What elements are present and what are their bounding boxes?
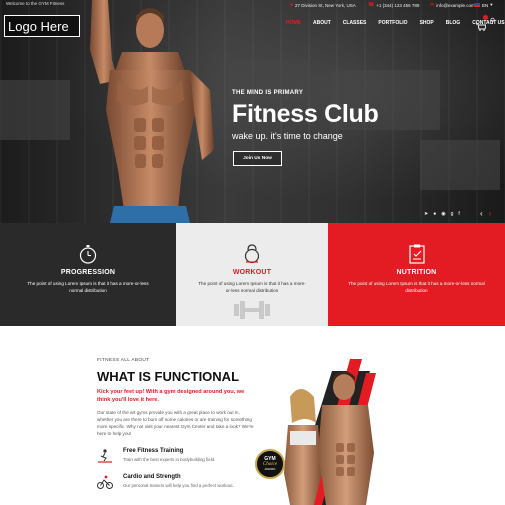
top-info-bar: Welcome to the GYM Fitness ● 27 Division… [0,0,505,10]
features-strip: GYM PROGRESSION The point of using Lorem… [0,223,505,326]
nav-item-about[interactable]: ABOUT [307,18,337,28]
google-plus-icon[interactable]: g [451,211,454,217]
gym-equipment [0,80,70,140]
chevron-down-icon: ▾ [490,2,493,7]
feature-title: WORKOUT [232,269,272,276]
nav-item-shop[interactable]: SHOP [414,18,440,28]
bullet-text: Our personal trainers will help you find… [123,483,234,488]
bullet-text: Train with the best experts in bodybuild… [123,457,216,462]
hero-title: Fitness Club [232,100,379,128]
nav-item-blog[interactable]: BLOG [440,18,466,28]
pinterest-icon[interactable]: ◉ [441,211,445,217]
address-info: ● 27 Division St, New York, USA [290,2,356,8]
bullet-title: Cardio and Strength [123,474,181,480]
hero-eyebrow: THE MIND IS PRIMARY [232,90,304,96]
slide-prev-arrow-icon[interactable]: ‹ [480,209,483,218]
stopwatch-icon [79,245,97,264]
nav-item-classes[interactable]: CLASSES [337,18,373,28]
language-label: EN [482,2,489,8]
badge-line-3: AWARD [264,467,276,471]
phone-text: +1 (344) 123 456 789 [376,2,420,8]
main-navigation: HOME ABOUT CLASSES PORTFOLIO SHOP BLOG C… [280,18,505,28]
nav-item-portfolio[interactable]: PORTFOLIO [372,18,413,28]
feature-title: NUTRITION [396,269,437,276]
fitness-couple-image [284,359,376,505]
hero-subtitle: wake up. it's time to change [232,131,343,141]
feature-card-nutrition[interactable]: NUTRITION The point of using Lorem Ipsum… [328,223,505,326]
language-switcher[interactable]: EN ▾ [474,2,493,8]
dumbbell-icon [234,301,270,319]
address-text: 27 Division St, New York, USA [295,2,356,8]
feature-title: PROGRESSION [60,269,116,276]
slider-controls: ‹ › [480,209,491,218]
facebook-icon[interactable]: f [458,211,459,217]
section-title: WHAT IS FUNCTIONAL [97,369,240,384]
phone-icon: ☎ [368,2,375,8]
share-icon[interactable]: ➤ [424,211,428,217]
slide-next-arrow-icon[interactable]: › [489,209,492,218]
feature-text: The point of using Lorem Ipsum is that i… [27,281,149,293]
twitter-icon[interactable]: ● [433,211,436,217]
cart-button[interactable] [476,15,488,31]
cart-count-badge [483,15,488,20]
section-eyebrow: FITNESS ALL ABOUT [97,358,150,363]
gym-equipment [420,140,500,190]
bullet-title: Free Fitness Training [123,448,184,454]
search-icon[interactable]: ⚲ [490,17,495,25]
feature-card-progression[interactable]: GYM PROGRESSION The point of using Lorem… [0,223,176,326]
welcome-text: Welcome to the GYM Fitness [6,1,65,6]
mail-icon: ✉ [430,2,435,8]
site-logo[interactable]: Logo Here [4,15,80,37]
hero-banner: Welcome to the GYM Fitness ● 27 Division… [0,0,505,223]
feature-card-workout[interactable]: WORKOUT The point of using Lorem Ipsum i… [176,223,328,326]
map-pin-icon: ● [290,2,294,8]
nav-item-home[interactable]: HOME [280,18,307,28]
gym-choice-award-badge: GYM Choice AWARD [255,449,285,479]
kettlebell-icon [244,244,260,264]
hero-athlete-image [90,0,214,223]
flag-icon [474,3,480,7]
feature-text: The point of using Lorem Ipsum is that i… [348,281,485,293]
join-us-button[interactable]: Join Us Now [233,151,282,166]
nutrition-clipboard-icon [408,244,425,264]
feature-bullet-cardio: Cardio and Strength Our personal trainer… [97,473,267,495]
section-body: Our state of the art gyms provide you wi… [97,410,254,436]
email-text: info@example.com [436,2,475,8]
section-lead: Kick your feet up! With a gym designed a… [97,389,245,403]
feature-text: The point of using Lorem Ipsum is that i… [198,281,306,293]
email-info[interactable]: ✉ info@example.com [430,2,475,8]
social-links: ➤ ● ◉ g f [424,211,460,217]
cart-icon [476,23,487,31]
feature-bullet-training: Free Fitness Training Train with the bes… [97,447,267,469]
phone-info[interactable]: ☎ +1 (344) 123 456 789 [368,2,419,8]
cycling-icon [97,475,113,489]
treadmill-icon [98,449,112,463]
